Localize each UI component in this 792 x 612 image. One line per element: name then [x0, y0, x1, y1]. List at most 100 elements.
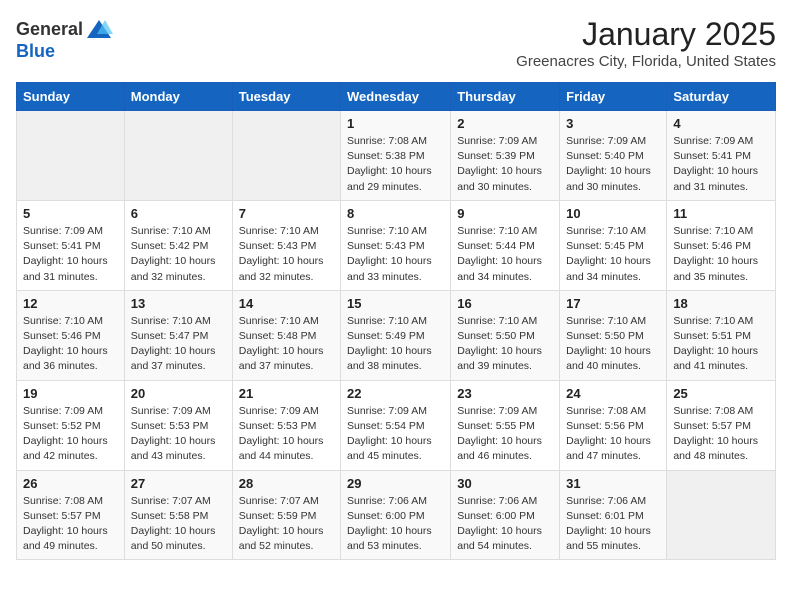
calendar-week-row: 26 Sunrise: 7:08 AM Sunset: 5:57 PM Dayli…: [17, 470, 776, 560]
day-info: Sunrise: 7:10 AM Sunset: 5:50 PM Dayligh…: [457, 314, 553, 375]
calendar-cell: 23 Sunrise: 7:09 AM Sunset: 5:55 PM Dayli…: [451, 380, 560, 470]
calendar-cell: 19 Sunrise: 7:09 AM Sunset: 5:52 PM Dayli…: [17, 380, 125, 470]
day-info: Sunrise: 7:07 AM Sunset: 5:58 PM Dayligh…: [131, 494, 226, 555]
calendar-header-row: SundayMondayTuesdayWednesdayThursdayFrid…: [17, 83, 776, 111]
day-info: Sunrise: 7:10 AM Sunset: 5:44 PM Dayligh…: [457, 224, 553, 285]
day-number: 24: [566, 386, 660, 401]
weekday-header: Saturday: [667, 83, 776, 111]
calendar-cell: 7 Sunrise: 7:10 AM Sunset: 5:43 PM Daylig…: [232, 200, 340, 290]
calendar-cell: 30 Sunrise: 7:06 AM Sunset: 6:00 PM Dayli…: [451, 470, 560, 560]
calendar-cell: 16 Sunrise: 7:10 AM Sunset: 5:50 PM Dayli…: [451, 290, 560, 380]
day-info: Sunrise: 7:09 AM Sunset: 5:55 PM Dayligh…: [457, 404, 553, 465]
day-info: Sunrise: 7:09 AM Sunset: 5:39 PM Dayligh…: [457, 134, 553, 195]
day-number: 5: [23, 206, 118, 221]
day-number: 22: [347, 386, 444, 401]
day-info: Sunrise: 7:08 AM Sunset: 5:57 PM Dayligh…: [23, 494, 118, 555]
calendar-cell: [17, 111, 125, 201]
day-number: 3: [566, 116, 660, 131]
calendar-cell: 11Sunrise: 7:10 AM Sunset: 5:46 PM Dayli…: [667, 200, 776, 290]
calendar-cell: 20 Sunrise: 7:09 AM Sunset: 5:53 PM Dayli…: [124, 380, 232, 470]
day-number: 19: [23, 386, 118, 401]
day-number: 30: [457, 476, 553, 491]
calendar-cell: 12 Sunrise: 7:10 AM Sunset: 5:46 PM Dayli…: [17, 290, 125, 380]
day-info: Sunrise: 7:09 AM Sunset: 5:40 PM Dayligh…: [566, 134, 660, 195]
page-header: General Blue January 2025 Greenacres Cit…: [16, 16, 776, 70]
day-number: 13: [131, 296, 226, 311]
logo: General Blue: [16, 16, 113, 62]
day-info: Sunrise: 7:07 AM Sunset: 5:59 PM Dayligh…: [239, 494, 334, 555]
logo-icon: [85, 16, 113, 44]
day-number: 4: [673, 116, 769, 131]
calendar-week-row: 19 Sunrise: 7:09 AM Sunset: 5:52 PM Dayli…: [17, 380, 776, 470]
calendar-cell: 17Sunrise: 7:10 AM Sunset: 5:50 PM Dayli…: [560, 290, 667, 380]
day-info: Sunrise: 7:06 AM Sunset: 6:01 PM Dayligh…: [566, 494, 660, 555]
day-info: Sunrise: 7:10 AM Sunset: 5:50 PM Dayligh…: [566, 314, 660, 375]
day-number: 16: [457, 296, 553, 311]
day-info: Sunrise: 7:08 AM Sunset: 5:56 PM Dayligh…: [566, 404, 660, 465]
calendar-cell: 28 Sunrise: 7:07 AM Sunset: 5:59 PM Dayli…: [232, 470, 340, 560]
day-number: 9: [457, 206, 553, 221]
day-info: Sunrise: 7:10 AM Sunset: 5:51 PM Dayligh…: [673, 314, 769, 375]
weekday-header: Thursday: [451, 83, 560, 111]
calendar-cell: 15 Sunrise: 7:10 AM Sunset: 5:49 PM Dayli…: [341, 290, 451, 380]
weekday-header: Wednesday: [341, 83, 451, 111]
day-number: 2: [457, 116, 553, 131]
weekday-header: Sunday: [17, 83, 125, 111]
day-number: 29: [347, 476, 444, 491]
day-info: Sunrise: 7:10 AM Sunset: 5:46 PM Dayligh…: [23, 314, 118, 375]
calendar-cell: 1Sunrise: 7:08 AM Sunset: 5:38 PM Daylig…: [341, 111, 451, 201]
calendar-cell: 24 Sunrise: 7:08 AM Sunset: 5:56 PM Dayli…: [560, 380, 667, 470]
day-number: 23: [457, 386, 553, 401]
day-number: 28: [239, 476, 334, 491]
day-number: 18: [673, 296, 769, 311]
calendar-cell: 9 Sunrise: 7:10 AM Sunset: 5:44 PM Daylig…: [451, 200, 560, 290]
calendar-cell: 22 Sunrise: 7:09 AM Sunset: 5:54 PM Dayli…: [341, 380, 451, 470]
day-number: 15: [347, 296, 444, 311]
location-title: Greenacres City, Florida, United States: [516, 53, 776, 70]
calendar-cell: 18 Sunrise: 7:10 AM Sunset: 5:51 PM Dayli…: [667, 290, 776, 380]
calendar-cell: 13 Sunrise: 7:10 AM Sunset: 5:47 PM Dayli…: [124, 290, 232, 380]
day-number: 12: [23, 296, 118, 311]
day-number: 7: [239, 206, 334, 221]
day-number: 20: [131, 386, 226, 401]
weekday-header: Monday: [124, 83, 232, 111]
day-number: 26: [23, 476, 118, 491]
calendar-cell: 2 Sunrise: 7:09 AM Sunset: 5:39 PM Daylig…: [451, 111, 560, 201]
calendar-cell: 26 Sunrise: 7:08 AM Sunset: 5:57 PM Dayli…: [17, 470, 125, 560]
logo-blue: Blue: [16, 42, 113, 62]
day-number: 10: [566, 206, 660, 221]
calendar-cell: 21 Sunrise: 7:09 AM Sunset: 5:53 PM Dayli…: [232, 380, 340, 470]
calendar-cell: [124, 111, 232, 201]
day-info: Sunrise: 7:06 AM Sunset: 6:00 PM Dayligh…: [457, 494, 553, 555]
calendar-cell: 4Sunrise: 7:09 AM Sunset: 5:41 PM Daylig…: [667, 111, 776, 201]
calendar-week-row: 1Sunrise: 7:08 AM Sunset: 5:38 PM Daylig…: [17, 111, 776, 201]
day-info: Sunrise: 7:10 AM Sunset: 5:43 PM Dayligh…: [239, 224, 334, 285]
weekday-header: Tuesday: [232, 83, 340, 111]
day-info: Sunrise: 7:09 AM Sunset: 5:53 PM Dayligh…: [239, 404, 334, 465]
calendar-cell: 14Sunrise: 7:10 AM Sunset: 5:48 PM Dayli…: [232, 290, 340, 380]
day-number: 31: [566, 476, 660, 491]
calendar-cell: 8 Sunrise: 7:10 AM Sunset: 5:43 PM Daylig…: [341, 200, 451, 290]
title-block: January 2025 Greenacres City, Florida, U…: [516, 16, 776, 70]
day-info: Sunrise: 7:10 AM Sunset: 5:43 PM Dayligh…: [347, 224, 444, 285]
day-info: Sunrise: 7:08 AM Sunset: 5:57 PM Dayligh…: [673, 404, 769, 465]
day-info: Sunrise: 7:10 AM Sunset: 5:47 PM Dayligh…: [131, 314, 226, 375]
day-info: Sunrise: 7:09 AM Sunset: 5:53 PM Dayligh…: [131, 404, 226, 465]
day-info: Sunrise: 7:10 AM Sunset: 5:45 PM Dayligh…: [566, 224, 660, 285]
day-number: 21: [239, 386, 334, 401]
calendar-cell: [667, 470, 776, 560]
calendar-cell: [232, 111, 340, 201]
day-info: Sunrise: 7:06 AM Sunset: 6:00 PM Dayligh…: [347, 494, 444, 555]
calendar-table: SundayMondayTuesdayWednesdayThursdayFrid…: [16, 82, 776, 560]
calendar-cell: 25Sunrise: 7:08 AM Sunset: 5:57 PM Dayli…: [667, 380, 776, 470]
day-info: Sunrise: 7:10 AM Sunset: 5:48 PM Dayligh…: [239, 314, 334, 375]
day-number: 8: [347, 206, 444, 221]
day-info: Sunrise: 7:09 AM Sunset: 5:54 PM Dayligh…: [347, 404, 444, 465]
day-info: Sunrise: 7:09 AM Sunset: 5:52 PM Dayligh…: [23, 404, 118, 465]
day-info: Sunrise: 7:09 AM Sunset: 5:41 PM Dayligh…: [23, 224, 118, 285]
calendar-cell: 10 Sunrise: 7:10 AM Sunset: 5:45 PM Dayli…: [560, 200, 667, 290]
day-info: Sunrise: 7:10 AM Sunset: 5:49 PM Dayligh…: [347, 314, 444, 375]
calendar-week-row: 12 Sunrise: 7:10 AM Sunset: 5:46 PM Dayli…: [17, 290, 776, 380]
calendar-cell: 5 Sunrise: 7:09 AM Sunset: 5:41 PM Daylig…: [17, 200, 125, 290]
weekday-header: Friday: [560, 83, 667, 111]
